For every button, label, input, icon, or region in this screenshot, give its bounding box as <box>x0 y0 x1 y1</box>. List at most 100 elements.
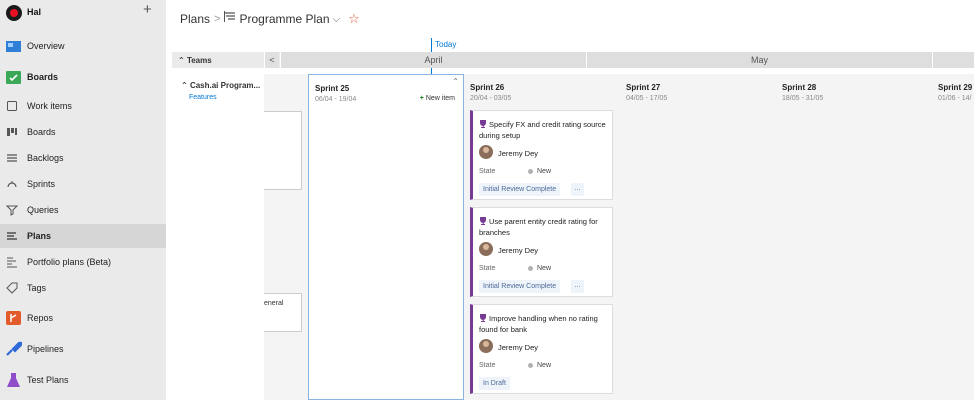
sidebar-item-label: Portfolio plans (Beta) <box>27 257 112 267</box>
sidebar-item-boards[interactable]: Boards <box>0 120 166 144</box>
state-label: State <box>479 168 496 175</box>
sidebar-item-label: Boards <box>27 127 56 137</box>
add-icon[interactable]: + <box>143 2 152 17</box>
month-may: May <box>586 52 932 68</box>
feature-card[interactable]: Specify FX and credit rating source duri… <box>470 110 613 200</box>
more-tags-button[interactable]: ... <box>571 183 584 196</box>
sprint-dates: 06/04 - 19/04 <box>315 96 357 103</box>
plan-name[interactable]: Programme Plan <box>239 12 329 26</box>
sidebar-item-plans[interactable]: Plans <box>0 224 166 248</box>
org-avatar <box>6 5 22 21</box>
favorite-star-icon[interactable]: ☆ <box>348 11 360 26</box>
sprint-column: Sprint 27 04/05 - 17/05 <box>620 74 776 400</box>
month-april: April <box>280 52 586 68</box>
queries-icon <box>6 205 18 216</box>
tag: Initial Review Complete <box>479 280 561 293</box>
sidebar-item-pipelines[interactable]: Pipelines <box>0 337 166 361</box>
today-label: Today <box>435 40 457 49</box>
collapse-all-icon: ⌃ <box>178 56 187 65</box>
state-value: New <box>537 362 552 369</box>
sprint-dates: 18/05 - 31/05 <box>782 95 824 102</box>
sidebar-item-label: Sprints <box>27 179 56 189</box>
plans-icon <box>7 232 17 240</box>
sidebar-item-sprints[interactable]: Sprints <box>0 172 166 196</box>
team-name-label: Cash.ai Program... <box>189 81 261 90</box>
tags-icon <box>6 282 18 294</box>
assignee-name: Jeremy Dey <box>498 149 539 158</box>
card-title-text: Use parent entity credit rating for bran… <box>479 217 598 237</box>
teams-header-label: Teams <box>186 56 212 65</box>
test-plans-icon <box>7 373 20 387</box>
sidebar-item-portfolio-plans[interactable]: Portfolio plans (Beta) <box>0 250 166 274</box>
sidebar: Hal + Overview Boards Work items Boards … <box>0 0 166 400</box>
sidebar-item-overview[interactable]: Overview <box>0 34 166 58</box>
sprint-name: Sprint 26 <box>470 83 505 92</box>
scroll-left-button[interactable]: < <box>264 52 279 68</box>
sidebar-item-test-plans[interactable]: Test Plans <box>0 368 166 392</box>
teams-header[interactable]: ⌃ Teams <box>172 52 264 68</box>
sidebar-item-boards-hub[interactable]: Boards <box>0 65 166 89</box>
org-name: Hal <box>27 7 42 17</box>
sidebar-item-tags[interactable]: Tags <box>0 276 166 300</box>
card-title[interactable]: Improve handling when no rating found fo… <box>479 313 609 335</box>
portfolio-plans-icon <box>7 257 17 268</box>
sprint-name: Sprint 28 <box>782 83 817 92</box>
boards-icon <box>7 128 17 136</box>
org-header[interactable]: Hal + <box>0 0 166 26</box>
backlogs-icon <box>7 154 17 162</box>
sprint-dates: 04/05 - 17/05 <box>626 95 668 102</box>
feature-card[interactable]: Use parent entity credit rating for bran… <box>470 207 613 297</box>
sidebar-item-label: Pipelines <box>27 344 64 354</box>
chevron-down-icon[interactable]: ⌵ <box>333 14 341 25</box>
sidebar-item-label: Test Plans <box>27 375 69 385</box>
repos-icon <box>6 311 21 325</box>
sprint-name: Sprint 27 <box>626 83 661 92</box>
sidebar-item-repos[interactable]: Repos <box>0 306 166 330</box>
tag: In Draft <box>479 377 510 390</box>
partial-card-text: eneral <box>264 300 284 307</box>
sprint-dates: 20/04 - 03/05 <box>470 95 512 102</box>
pipelines-icon <box>6 341 22 356</box>
feature-card[interactable]: Improve handling when no rating found fo… <box>470 304 613 394</box>
collapse-icon[interactable]: ⌃ <box>452 77 459 86</box>
sidebar-item-backlogs[interactable]: Backlogs <box>0 146 166 170</box>
sidebar-item-queries[interactable]: Queries <box>0 198 166 222</box>
assignee-name: Jeremy Dey <box>498 343 539 352</box>
more-tags-button[interactable]: ... <box>571 280 584 293</box>
plan-icon <box>224 11 236 23</box>
team-name[interactable]: ⌃ Cash.ai Program... <box>181 81 260 90</box>
new-item-label: New item <box>425 95 455 102</box>
sidebar-item-label: Boards <box>27 72 59 82</box>
state-value: New <box>537 168 552 175</box>
state-dot <box>528 363 533 368</box>
tag: Initial Review Complete <box>479 183 561 196</box>
sprint-column: Sprint 28 18/05 - 31/05 <box>776 74 932 400</box>
card-title[interactable]: Use parent entity credit rating for bran… <box>479 216 609 238</box>
state-label: State <box>479 265 496 272</box>
card-title[interactable]: Specify FX and credit rating source duri… <box>479 119 609 141</box>
work-items-icon <box>7 101 17 111</box>
avatar <box>479 242 493 256</box>
sidebar-item-label: Repos <box>27 313 54 323</box>
partial-card[interactable] <box>264 293 302 332</box>
sprint-column: ⌃ Sprint 25 06/04 - 19/04 + New item <box>308 74 464 400</box>
trophy-icon <box>480 217 486 225</box>
trophy-icon <box>480 314 486 322</box>
new-item-button[interactable]: + New item <box>420 95 455 102</box>
breadcrumb: Plans > Programme Plan ⌵ ☆ <box>180 11 360 27</box>
sidebar-item-label: Backlogs <box>27 153 64 163</box>
breadcrumb-plans-link[interactable]: Plans <box>180 12 210 26</box>
team-column: ⌃ Cash.ai Program... Features <box>173 74 264 400</box>
sidebar-item-label: Overview <box>27 41 65 51</box>
sprint-dates: 01/06 - 14/ <box>938 95 972 102</box>
sidebar-item-label: Queries <box>27 205 59 215</box>
app: Hal + Overview Boards Work items Boards … <box>0 0 974 400</box>
sprint-column: Sprint 29 01/06 - 14/ <box>932 74 974 400</box>
assignee-name: Jeremy Dey <box>498 246 539 255</box>
partial-card[interactable] <box>264 111 302 190</box>
state-label: State <box>479 362 496 369</box>
sidebar-item-label: Work items <box>27 101 72 111</box>
state-dot <box>528 169 533 174</box>
month-header: ⌃ Teams < April May <box>172 52 974 68</box>
sidebar-item-work-items[interactable]: Work items <box>0 94 166 118</box>
